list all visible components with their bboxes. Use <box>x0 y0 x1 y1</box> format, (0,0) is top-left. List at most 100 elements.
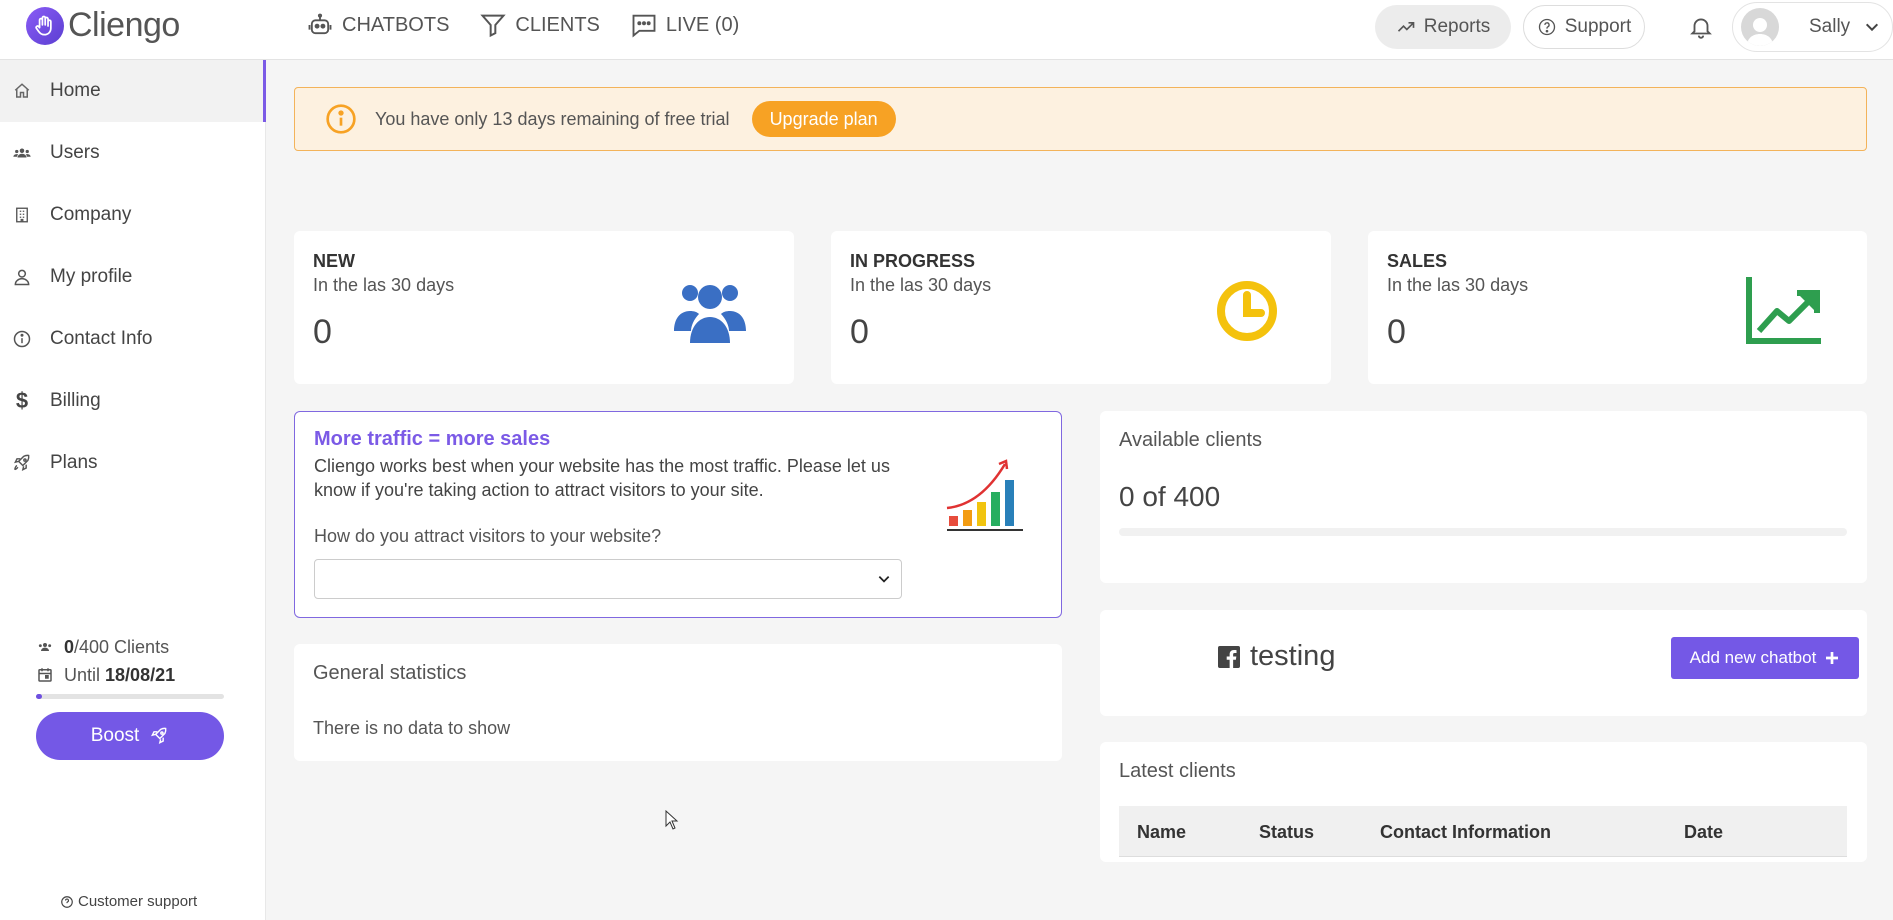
available-clients-title: Available clients <box>1119 429 1263 451</box>
available-clients-bar <box>1119 528 1847 536</box>
dollar-icon: $ <box>15 388 29 413</box>
filter-icon <box>480 14 507 38</box>
info-icon <box>12 329 32 349</box>
available-clients-card: Available clients 0 of 400 <box>1100 411 1867 583</box>
latest-clients-table-header: Name Status Contact Information Date <box>1119 806 1847 857</box>
clients-progress-bar <box>36 694 224 699</box>
column-header-name[interactable]: Name <box>1137 822 1186 843</box>
cliengo-hand-icon <box>26 6 64 45</box>
stat-subtitle: In the las 30 days <box>313 275 455 295</box>
plan-until: Until 18/08/21 <box>64 665 175 686</box>
traffic-description: Cliengo works best when your website has… <box>314 456 890 500</box>
until-date: 18/08/21 <box>105 664 176 685</box>
latest-clients-title: Latest clients <box>1119 760 1236 782</box>
stat-value: 0 <box>1387 313 1406 351</box>
bell-icon[interactable] <box>1688 13 1714 41</box>
chevron-down-icon <box>1866 23 1879 32</box>
logo[interactable]: Cliengo <box>26 6 180 45</box>
warning-icon <box>326 104 356 134</box>
sidebar-item-label: Home <box>50 80 101 101</box>
boost-button[interactable]: Boost <box>36 712 224 760</box>
general-statistics-title: General statistics <box>313 662 467 684</box>
sidebar-item-plans[interactable]: Plans <box>0 432 266 494</box>
stat-title: NEW <box>313 251 355 271</box>
sidebar-item-label: Billing <box>50 390 101 411</box>
chevron-down-icon <box>878 576 890 583</box>
sidebar-item-users[interactable]: Users <box>0 122 266 184</box>
reports-button[interactable]: Reports <box>1375 5 1511 49</box>
clients-progress-fill <box>36 694 42 699</box>
main-nav: CHATBOTS CLIENTS LIVE (0) <box>306 10 739 40</box>
tab-live-label: LIVE (0) <box>665 13 740 36</box>
mouse-cursor-icon <box>665 810 679 830</box>
logo-text: Cliengo <box>68 6 180 44</box>
tab-chatbots[interactable]: CHATBOTS <box>306 10 449 40</box>
stat-title: IN PROGRESS <box>850 251 976 271</box>
robot-icon <box>308 13 332 35</box>
sidebar-item-label: Company <box>50 204 132 225</box>
stat-card-new: NEW In the las 30 days 0 <box>294 231 794 384</box>
client-usage: 0/400 Clients Until 18/08/21 <box>36 633 226 689</box>
until-label: Until <box>64 664 101 685</box>
tab-chatbots-label: CHATBOTS <box>342 13 450 36</box>
support-button[interactable]: Support <box>1523 5 1645 49</box>
rocket-icon <box>12 453 32 473</box>
avatar <box>1741 8 1779 46</box>
clock-icon <box>1217 281 1277 341</box>
user-name: Sally <box>1809 16 1851 37</box>
sidebar-item-billing[interactable]: $ Billing <box>0 370 266 432</box>
sidebar-item-label: Users <box>50 142 100 163</box>
building-icon <box>12 205 32 225</box>
column-header-status[interactable]: Status <box>1259 822 1314 843</box>
facebook-icon <box>1218 645 1240 668</box>
sidebar-item-company[interactable]: Company <box>0 184 266 246</box>
plan-until-row: Until 18/08/21 <box>36 661 226 689</box>
help-icon <box>61 895 73 908</box>
sidebar: Home Users Company My profile Contact In… <box>0 60 266 920</box>
sidebar-item-home[interactable]: Home <box>0 60 266 122</box>
tab-live[interactable]: LIVE (0) <box>630 10 739 40</box>
person-icon <box>12 267 32 287</box>
sidebar-item-label: My profile <box>50 266 133 287</box>
rocket-icon <box>151 727 167 744</box>
sidebar-item-my-profile[interactable]: My profile <box>0 246 266 308</box>
upgrade-plan-button[interactable]: Upgrade plan <box>751 101 896 137</box>
tab-clients[interactable]: CLIENTS <box>479 10 600 40</box>
latest-clients-card: Latest clients Name Status Contact Infor… <box>1100 742 1867 862</box>
chatbot-name-label: testing <box>1250 640 1336 672</box>
user-menu[interactable]: Sally <box>1732 2 1893 52</box>
support-label: Support <box>1564 16 1632 37</box>
trial-text: You have only 13 days remaining of free … <box>375 108 730 129</box>
general-statistics-card: General statistics There is no data to s… <box>294 644 1062 761</box>
no-data-text: There is no data to show <box>313 718 511 738</box>
traffic-source-select[interactable] <box>314 559 902 599</box>
available-clients-value: 0 of 400 <box>1119 481 1221 512</box>
boost-label: Boost <box>90 725 140 746</box>
users-group-icon <box>674 285 746 343</box>
add-new-chatbot-button[interactable]: Add new chatbot <box>1671 637 1859 679</box>
customer-support-link[interactable]: Customer support <box>60 893 197 910</box>
chat-icon <box>632 14 656 38</box>
users-icon <box>38 643 52 651</box>
trend-icon <box>1397 22 1415 32</box>
sidebar-item-contact-info[interactable]: Contact Info <box>0 308 266 370</box>
stat-subtitle: In the las 30 days <box>1387 275 1529 295</box>
customer-support-label: Customer support <box>78 893 198 910</box>
sidebar-item-label: Contact Info <box>50 328 153 349</box>
column-header-date[interactable]: Date <box>1684 822 1723 843</box>
stat-title: SALES <box>1387 251 1448 271</box>
add-new-chatbot-label: Add new chatbot <box>1689 648 1817 667</box>
chatbot-name[interactable]: testing <box>1218 640 1335 673</box>
traffic-card: More traffic = more sales Cliengo works … <box>294 411 1062 618</box>
calendar-icon <box>38 668 52 682</box>
column-header-contact-information[interactable]: Contact Information <box>1380 822 1551 843</box>
chatbot-card: testing Add new chatbot <box>1100 610 1867 716</box>
stat-value: 0 <box>850 313 869 351</box>
plus-icon <box>1826 652 1839 664</box>
home-icon <box>12 81 32 101</box>
stat-card-in-progress: IN PROGRESS In the las 30 days 0 <box>831 231 1331 384</box>
clients-used: 0 <box>64 636 75 657</box>
clients-count: 0/400 Clients <box>64 637 169 658</box>
tab-clients-label: CLIENTS <box>515 13 600 36</box>
trial-banner: You have only 13 days remaining of free … <box>294 87 1867 151</box>
